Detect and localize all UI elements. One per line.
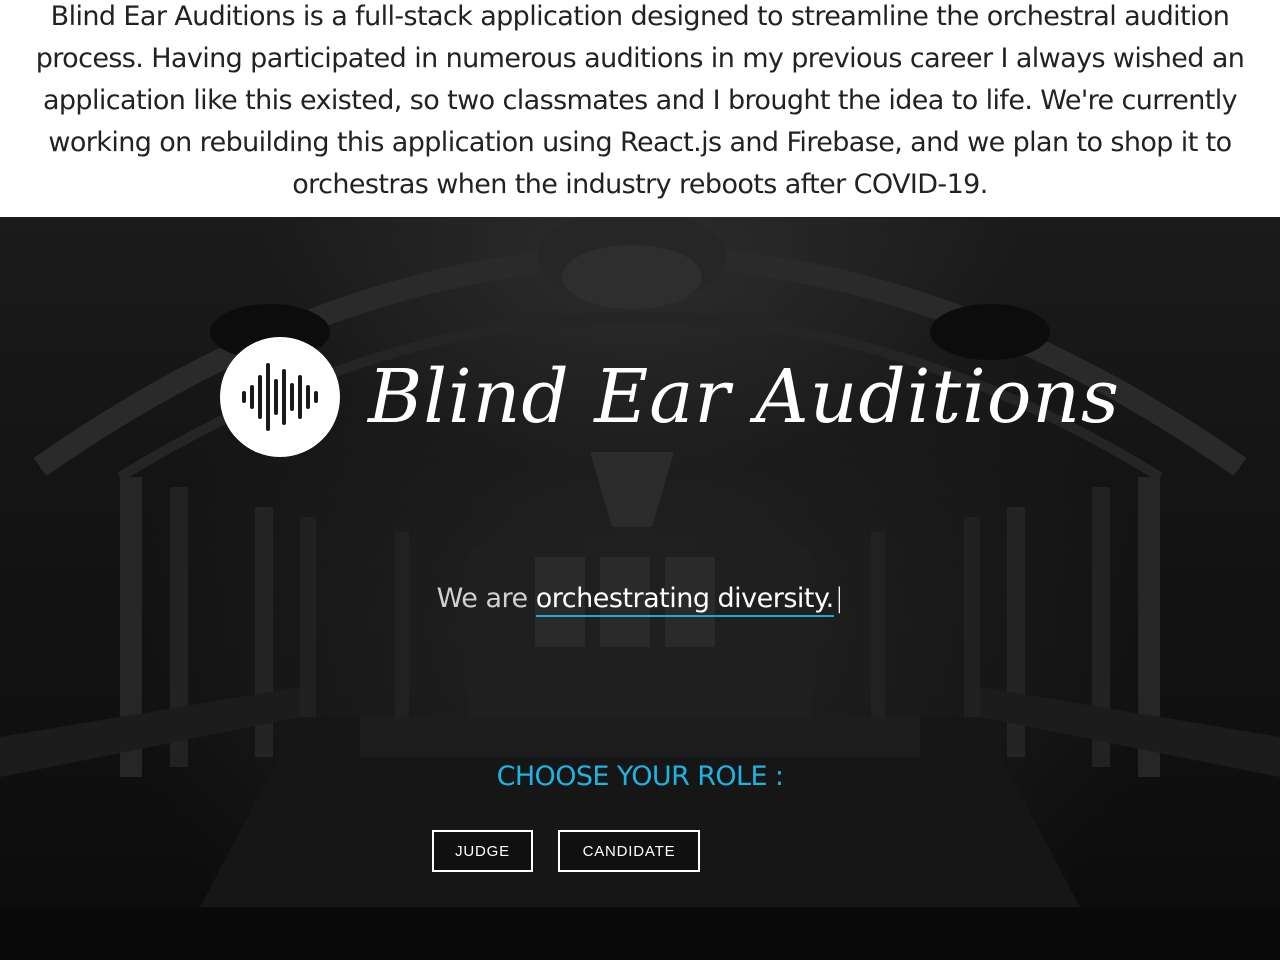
description-caption: Blind Ear Auditions is a full-stack appl… <box>0 0 1280 217</box>
tagline: We are orchestrating diversity.| <box>0 583 1280 617</box>
judge-button[interactable]: JUDGE <box>432 830 533 872</box>
hero-section: Blind Ear Auditions We are orchestrating… <box>0 217 1280 960</box>
candidate-button[interactable]: CANDIDATE <box>558 830 700 872</box>
brand-wordmark: Blind Ear Auditions <box>368 354 1121 440</box>
role-buttons: JUDGE CANDIDATE <box>0 830 1280 872</box>
role-prompt: CHOOSE YOUR ROLE : <box>496 761 784 792</box>
tagline-prefix: We are <box>436 583 528 614</box>
typing-cursor: | <box>834 583 844 614</box>
brand-logo: Blind Ear Auditions <box>220 337 1119 467</box>
tagline-highlight: orchestrating diversity. <box>535 583 834 617</box>
description-text: Blind Ear Auditions is a full-stack appl… <box>35 1 1245 200</box>
soundwave-icon <box>220 337 340 457</box>
